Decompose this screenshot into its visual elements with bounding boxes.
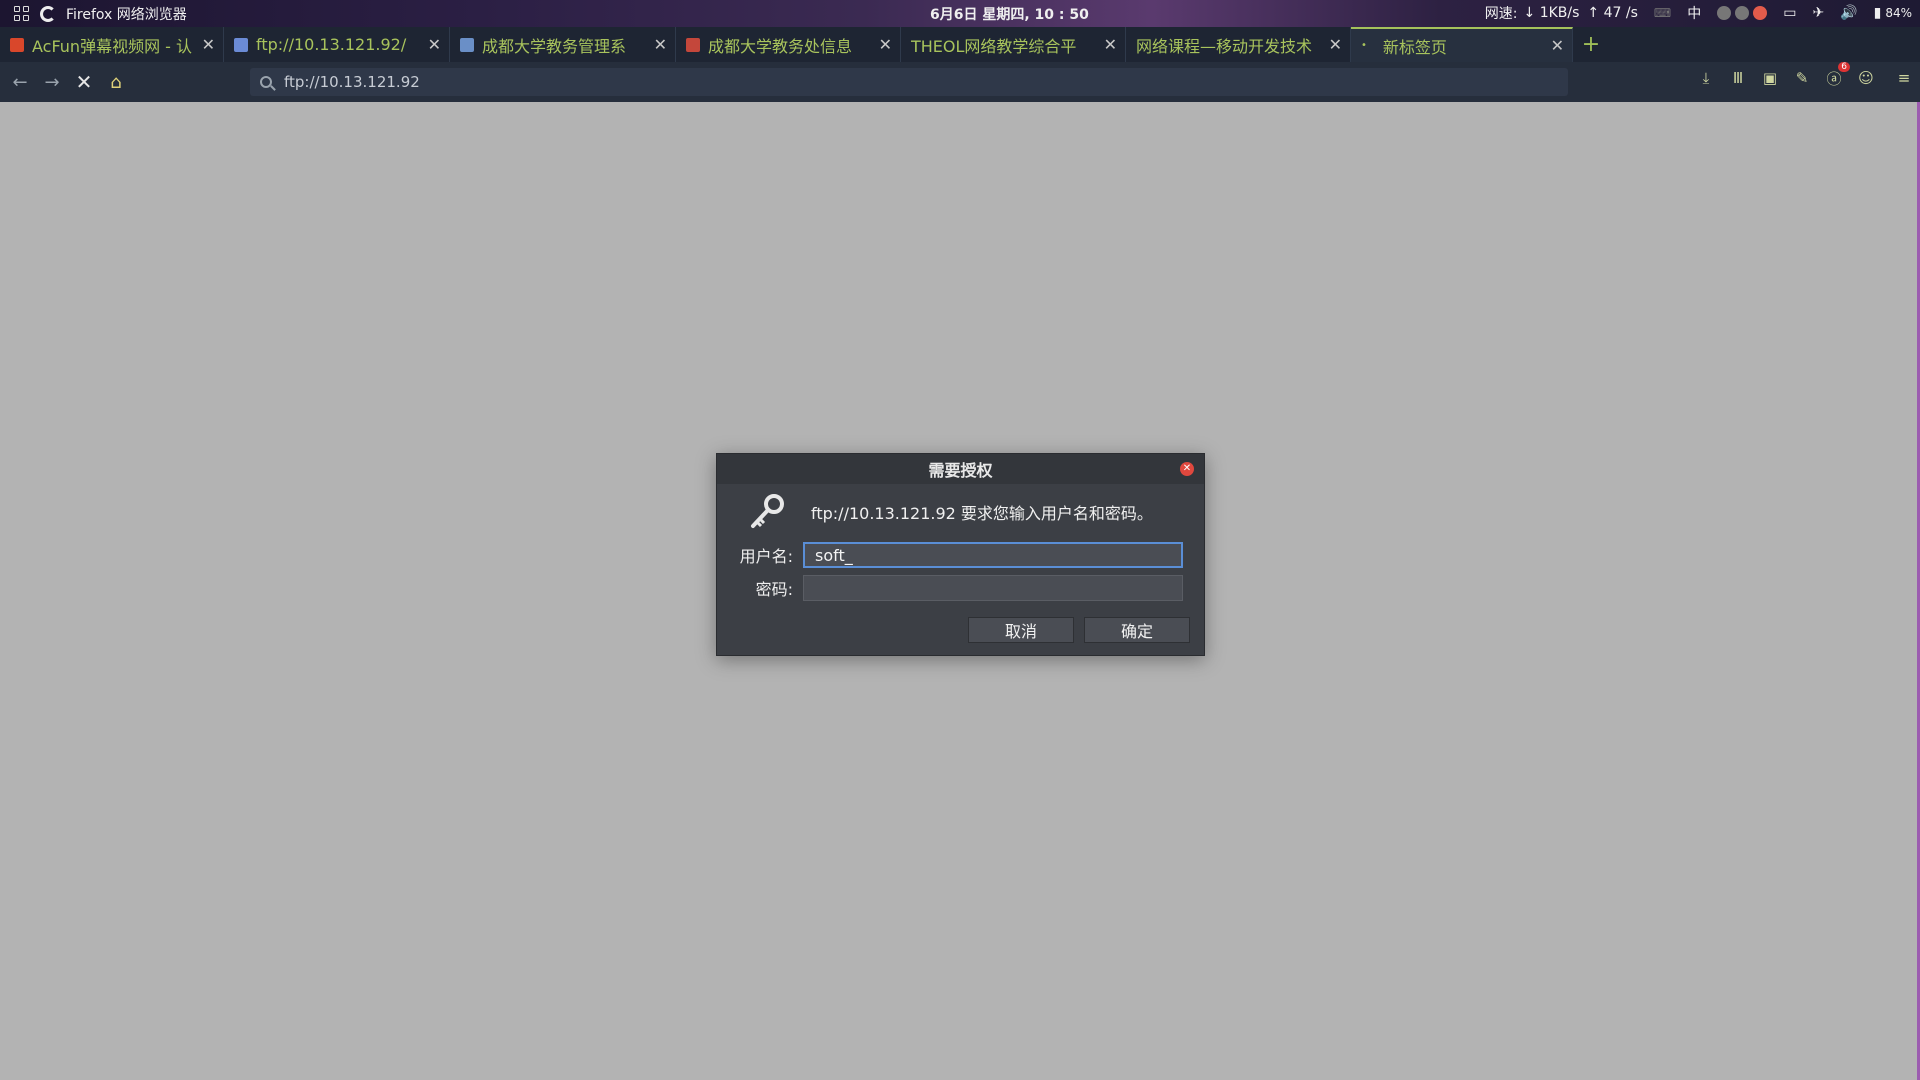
volume-icon[interactable]: 🔊 — [1840, 5, 1857, 21]
key-icon — [751, 494, 784, 528]
home-button[interactable]: ⌂ — [100, 66, 132, 98]
app-launcher-icon[interactable] — [14, 5, 30, 22]
tab-close-icon[interactable]: ✕ — [1104, 35, 1117, 54]
battery-percent: 84% — [1885, 6, 1912, 20]
url-bar[interactable]: ftp://10.13.121.92 — [250, 68, 1568, 96]
tab-mobile-dev[interactable]: 网络课程—移动开发技术 ✕ — [1126, 27, 1351, 62]
tab-close-icon[interactable]: ✕ — [202, 35, 215, 54]
library-icon[interactable]: Ⅲ — [1728, 68, 1748, 88]
tab-label: THEOL网络教学综合平 — [911, 36, 1077, 56]
info-favicon-icon — [686, 37, 700, 52]
sidebar-icon[interactable]: ▣ — [1760, 68, 1780, 88]
url-text: ftp://10.13.121.92 — [284, 73, 420, 91]
search-icon — [260, 76, 272, 88]
network-speed-label: 网速: — [1484, 6, 1518, 22]
username-label: 用户名: — [739, 547, 793, 566]
download-speed: ↓ 1KB/s — [1523, 5, 1580, 21]
dialog-titlebar: 需要授权 ✕ — [717, 454, 1204, 484]
dialog-title: 需要授权 — [928, 461, 993, 480]
tab-jiaowu-info[interactable]: 成都大学教务处信息 ✕ — [676, 27, 901, 62]
back-button[interactable]: ← — [4, 66, 36, 98]
addon-icon[interactable]: ⓐ 6 — [1824, 62, 1850, 88]
tab-label: ftp://10.13.121.92/ — [256, 35, 407, 54]
maximize-icon[interactable] — [1735, 6, 1750, 20]
keyboard-icon[interactable]: ⌨ — [1654, 6, 1671, 20]
tab-theol[interactable]: THEOL网络教学综合平 ✕ — [901, 27, 1126, 62]
username-field[interactable]: soft_ — [803, 542, 1183, 568]
active-app-name[interactable]: Firefox 网络浏览器 — [66, 4, 187, 24]
tab-label: 成都大学教务管理系 — [482, 36, 627, 56]
dialog-message: ftp://10.13.121.92 要求您输入用户名和密码。 — [811, 504, 1153, 523]
tab-label: 新标签页 — [1382, 37, 1447, 57]
auth-dialog: 需要授权 ✕ ftp://10.13.121.92 要求您输入用户名和密码。 用… — [716, 453, 1205, 656]
acfun-favicon-icon — [10, 37, 24, 52]
tab-label: 网络课程—移动开发技术 — [1136, 36, 1313, 56]
tab-close-icon[interactable]: ✕ — [428, 35, 441, 54]
tab-jiaowu-system[interactable]: 成都大学教务管理系 ✕ — [450, 27, 676, 62]
forward-button[interactable]: → — [36, 66, 68, 98]
airplane-mode-icon[interactable]: ✈ — [1812, 5, 1824, 21]
display-icon[interactable]: ▭ — [1783, 5, 1796, 21]
tab-close-icon[interactable]: ✕ — [879, 35, 892, 54]
upload-speed: ↑ 47 /s — [1587, 5, 1638, 21]
addon-badge: 6 — [1838, 62, 1850, 72]
firefox-icon — [40, 5, 56, 22]
jiaowu-favicon-icon — [460, 37, 474, 52]
system-top-panel: Firefox 网络浏览器 6月6日 星期四, 10 : 50 网速: ↓ 1K… — [0, 0, 1920, 27]
input-method-indicator[interactable]: 中 — [1687, 3, 1701, 23]
dialog-close-icon[interactable]: ✕ — [1180, 462, 1194, 476]
tab-close-icon[interactable]: ✕ — [654, 35, 667, 54]
ftp-favicon-icon — [234, 37, 248, 52]
clock[interactable]: 6月6日 星期四, 10 : 50 — [930, 4, 1089, 24]
cancel-button[interactable]: 取消 — [968, 617, 1074, 643]
password-field[interactable] — [803, 575, 1183, 601]
extension-icon[interactable]: ✎ — [1792, 68, 1812, 88]
stop-button[interactable]: ✕ — [68, 66, 100, 98]
tab-acfun[interactable]: AcFun弹幕视频网 - 认 ✕ — [0, 27, 224, 62]
battery-icon[interactable]: ▮ — [1874, 5, 1882, 21]
tab-bar: AcFun弹幕视频网 - 认 ✕ ftp://10.13.121.92/ ✕ 成… — [0, 27, 1920, 62]
tab-ftp[interactable]: ftp://10.13.121.92/ ✕ — [224, 27, 450, 62]
navigation-bar: ← → ✕ ⌂ ftp://10.13.121.92 ⤓ Ⅲ ▣ ✎ ⓐ 6 ☺ … — [0, 62, 1920, 102]
tab-close-icon[interactable]: ✕ — [1551, 36, 1564, 55]
tab-new-tab[interactable]: • 新标签页 ✕ — [1351, 27, 1573, 62]
tab-label: AcFun弹幕视频网 - 认 — [32, 36, 193, 56]
account-icon[interactable]: ☺ — [1856, 68, 1876, 88]
loading-dot-icon: • — [1361, 40, 1367, 51]
ok-button[interactable]: 确定 — [1084, 617, 1190, 643]
menu-icon[interactable]: ≡ — [1894, 68, 1914, 88]
new-tab-button[interactable]: + — [1573, 27, 1609, 62]
window-controls — [1717, 6, 1768, 20]
download-icon[interactable]: ⤓ — [1696, 68, 1716, 88]
tab-close-icon[interactable]: ✕ — [1329, 35, 1342, 54]
tab-label: 成都大学教务处信息 — [708, 36, 853, 56]
minimize-icon[interactable] — [1717, 6, 1732, 20]
password-label: 密码: — [755, 580, 793, 599]
close-icon[interactable] — [1753, 6, 1768, 20]
username-value: soft_ — [815, 545, 853, 565]
